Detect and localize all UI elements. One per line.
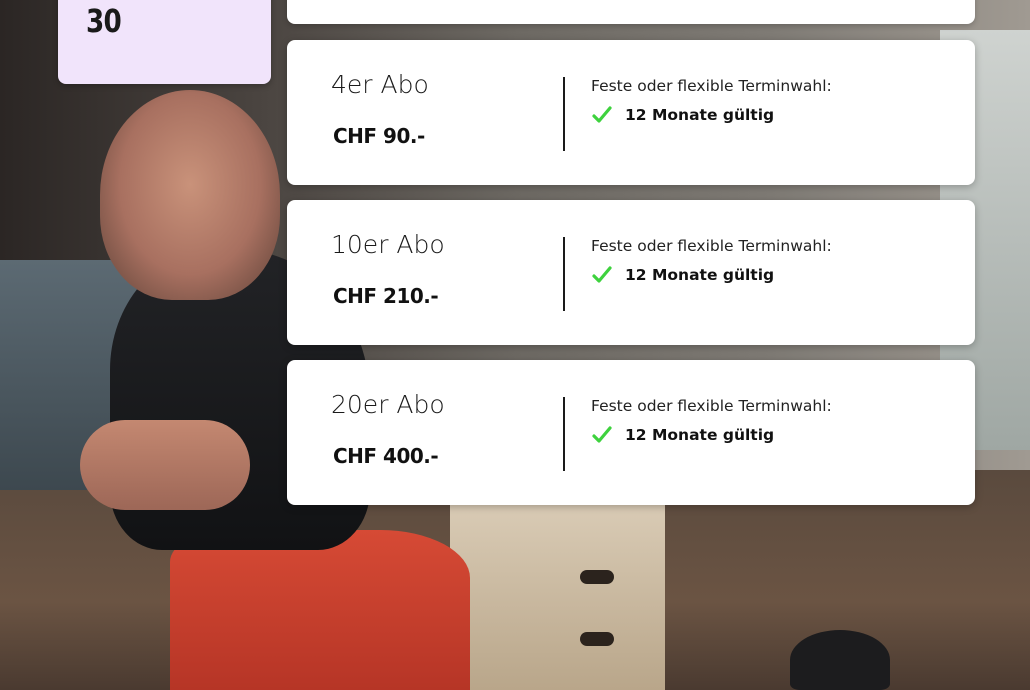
session-count-badge: 30 bbox=[58, 0, 271, 84]
pricing-card-20er[interactable]: 20er Abo CHF 400.- Feste oder flexible T… bbox=[287, 360, 975, 505]
pricing-card-divider bbox=[563, 237, 565, 311]
person-head bbox=[100, 90, 280, 300]
pricing-card-feature: 12 Monate gültig bbox=[591, 264, 774, 286]
pricing-card-term-label: Feste oder flexible Terminwahl: bbox=[591, 397, 832, 415]
session-count-number: 30 bbox=[86, 2, 122, 40]
checkmark-icon bbox=[592, 266, 612, 283]
pricing-card-divider bbox=[563, 77, 565, 151]
pricing-card-feature-text: 12 Monate gültig bbox=[625, 266, 775, 284]
pricing-card-10er[interactable]: 10er Abo CHF 210.- Feste oder flexible T… bbox=[287, 200, 975, 345]
pricing-card-title: 10er Abo bbox=[331, 230, 445, 259]
pricing-card-price: CHF 90.- bbox=[333, 124, 425, 148]
pricing-card-title: 4er Abo bbox=[331, 70, 429, 99]
background-plyo-box bbox=[450, 505, 665, 690]
pricing-card-term-label: Feste oder flexible Terminwahl: bbox=[591, 237, 832, 255]
pricing-card-feature: 12 Monate gültig bbox=[591, 104, 774, 126]
person-arm bbox=[80, 420, 250, 510]
previous-pricing-card bbox=[287, 0, 975, 24]
plyo-box-handle bbox=[580, 570, 614, 584]
person-shorts bbox=[170, 530, 470, 690]
checkmark-icon bbox=[592, 106, 612, 123]
pricing-card-feature-text: 12 Monate gültig bbox=[625, 426, 775, 444]
pricing-card-title: 20er Abo bbox=[331, 390, 445, 419]
pricing-card-term-label: Feste oder flexible Terminwahl: bbox=[591, 77, 832, 95]
pricing-card-feature-text: 12 Monate gültig bbox=[625, 106, 775, 124]
background-kettlebell bbox=[790, 630, 890, 690]
pricing-card-price: CHF 210.- bbox=[333, 284, 439, 308]
pricing-card-4er[interactable]: 4er Abo CHF 90.- Feste oder flexible Ter… bbox=[287, 40, 975, 185]
pricing-card-feature: 12 Monate gültig bbox=[591, 424, 774, 446]
pricing-card-divider bbox=[563, 397, 565, 471]
plyo-box-handle bbox=[580, 632, 614, 646]
pricing-card-price: CHF 400.- bbox=[333, 444, 439, 468]
checkmark-icon bbox=[592, 426, 612, 443]
